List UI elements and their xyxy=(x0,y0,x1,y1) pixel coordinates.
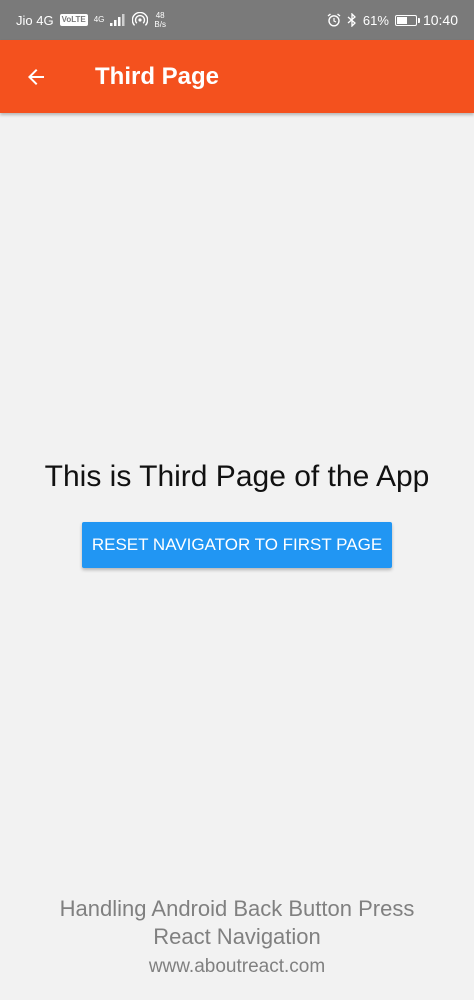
alarm-icon xyxy=(327,13,341,27)
battery-fill xyxy=(396,16,407,24)
back-arrow-icon xyxy=(28,68,44,85)
network-speed-value: 48 xyxy=(155,11,165,20)
footer-line-website: www.aboutreact.com xyxy=(148,956,326,977)
bluetooth-icon xyxy=(347,13,356,27)
status-left: Jio 4G VoLTE 4G 48 B/s xyxy=(16,11,166,29)
network-generation: 4G xyxy=(94,16,105,24)
network-speed: 48 B/s xyxy=(154,11,166,29)
volte-badge: VoLTE xyxy=(59,14,88,26)
footer: Handling Android Back Button Press React… xyxy=(0,895,474,980)
network-speed-unit: B/s xyxy=(154,20,166,29)
footer-line-title: Handling Android Back Button Press xyxy=(59,896,415,921)
status-bar: Jio 4G VoLTE 4G 48 B/s 61% 10:40 xyxy=(0,0,474,40)
network-generation-label: 4G xyxy=(93,15,105,24)
status-right: 61% 10:40 xyxy=(327,12,458,28)
app-bar: Third Page xyxy=(0,40,474,113)
back-button[interactable] xyxy=(8,49,64,105)
page-message: This is Third Page of the App xyxy=(44,460,430,493)
carrier-label: Jio 4G xyxy=(16,12,54,28)
signal-icon xyxy=(110,14,125,26)
page-title: Third Page xyxy=(95,62,220,90)
battery-icon xyxy=(394,14,420,26)
footer-line-subtitle: React Navigation xyxy=(153,924,321,949)
status-time: 10:40 xyxy=(422,12,458,28)
reset-navigator-button[interactable]: RESET NAVIGATOR TO FIRST PAGE xyxy=(82,522,392,568)
battery-percent: 61% xyxy=(362,12,389,28)
hotspot-icon xyxy=(132,12,149,26)
